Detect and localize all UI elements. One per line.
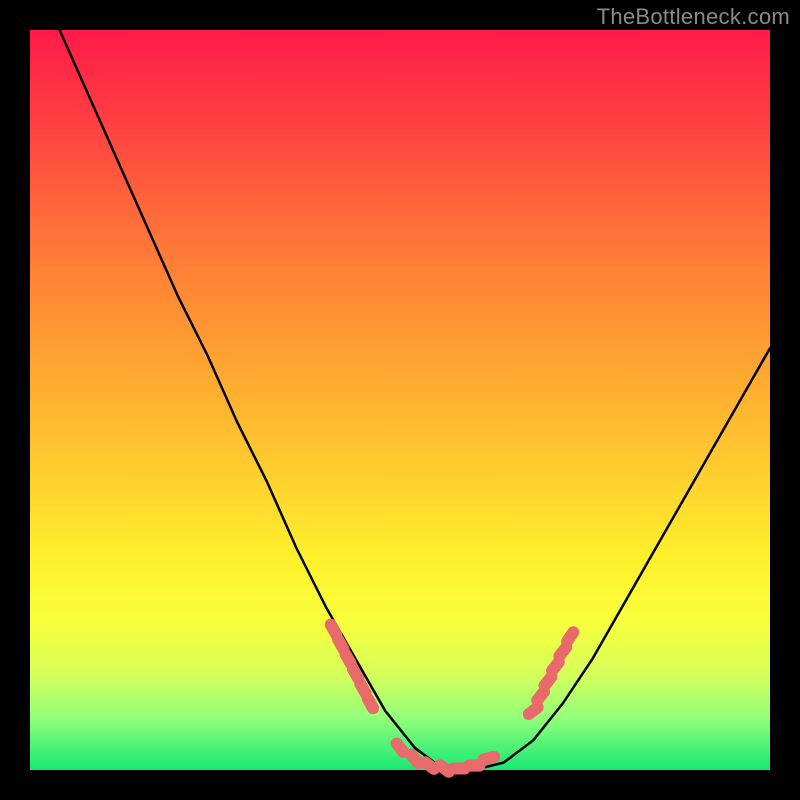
highlight-marker — [360, 684, 365, 694]
highlight-marker — [397, 744, 404, 753]
highlight-marker — [425, 762, 434, 769]
chart-frame: TheBottleneck.com — [0, 0, 800, 800]
highlight-marker — [338, 639, 343, 649]
bottleneck-curve — [60, 30, 770, 770]
highlight-marker — [353, 669, 358, 679]
chart-svg — [30, 30, 770, 770]
highlight-marker — [559, 647, 566, 656]
highlight-marker — [346, 654, 351, 664]
highlight-marker — [567, 632, 573, 641]
sweet-spot-markers — [331, 625, 574, 772]
highlight-marker — [552, 662, 559, 671]
highlight-marker — [484, 757, 495, 760]
watermark-text: TheBottleneck.com — [597, 4, 790, 30]
plot-area — [30, 30, 770, 770]
highlight-marker — [537, 692, 544, 701]
highlight-marker — [529, 708, 538, 715]
highlight-marker — [368, 699, 373, 709]
highlight-marker — [545, 677, 552, 686]
highlight-marker — [440, 765, 449, 772]
highlight-marker — [331, 625, 336, 635]
highlight-marker — [411, 755, 418, 764]
